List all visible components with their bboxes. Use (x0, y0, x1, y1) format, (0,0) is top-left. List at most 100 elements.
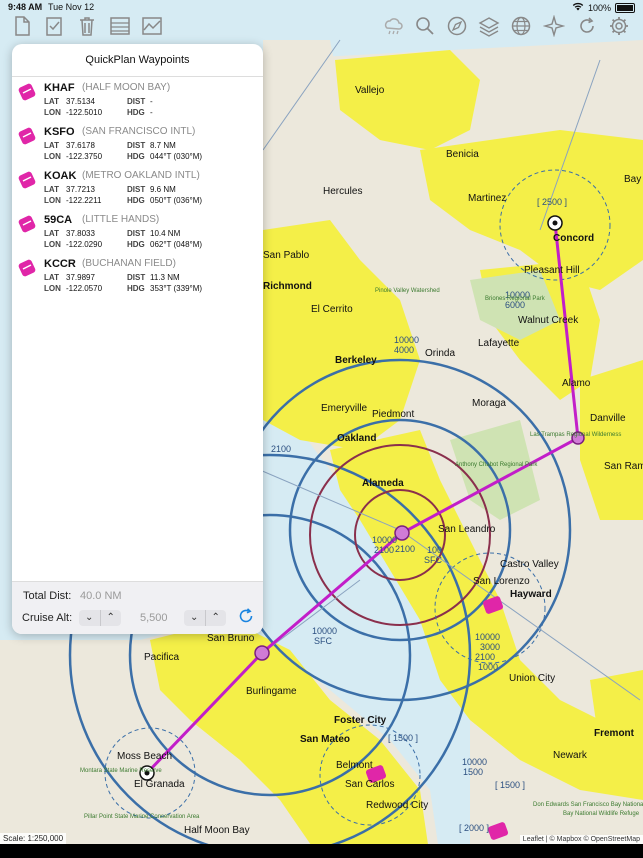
dist-label: DIST (127, 273, 146, 282)
waypoint-row[interactable]: KHAF (HALF MOON BAY) LAT 37.5134 LON -12… (12, 77, 263, 121)
waypoint-row[interactable]: KCCR (BUCHANAN FIELD) LAT 37.9897 LON -1… (12, 253, 263, 297)
map-scale: Scale: 1:250,000 (0, 833, 67, 844)
search-icon[interactable] (414, 15, 436, 37)
lat-value: 37.8033 (66, 229, 95, 238)
park-label: Pillar Point State Marine Conservation A… (84, 814, 200, 820)
weather-icon[interactable] (382, 15, 404, 37)
city-label: Castro Valley (500, 559, 559, 570)
city-label: Walnut Creek (518, 315, 579, 326)
checklist-icon[interactable] (44, 15, 66, 37)
city-label: Moraga (472, 398, 506, 409)
cruise-alt-stepper-coarse[interactable]: ⌄ ⌃ (184, 610, 226, 626)
airspace-altitude-label: 2100 (374, 545, 394, 555)
city-label: El Granada (134, 779, 185, 790)
trash-icon[interactable] (77, 15, 99, 37)
airspace-altitude-label: 1500 (463, 767, 483, 777)
city-label: San Lorenzo (473, 576, 530, 587)
waypoint-row[interactable]: 59CA (LITTLE HANDS) LAT 37.8033 LON -122… (12, 209, 263, 253)
layers-icon[interactable] (478, 15, 500, 37)
city-label: Oakland (337, 433, 376, 444)
park-label: Bay National Wildlife Refuge (563, 811, 640, 817)
hdg-value: 050°T (036°M) (150, 196, 203, 205)
waypoint-row[interactable]: KSFO (SAN FRANCISCO INTL) LAT 37.6178 LO… (12, 121, 263, 165)
city-label: San Ramon (604, 461, 643, 472)
city-label: Martinez (468, 193, 506, 204)
city-label: Alameda (362, 478, 404, 489)
park-label: Don Edwards San Francisco Bay National W… (533, 802, 643, 808)
waypoint-name: (SAN FRANCISCO INTL) (82, 126, 196, 137)
lat-value: 37.7213 (66, 185, 95, 194)
status-time: 9:48 AM (8, 2, 43, 12)
lon-label: LON (44, 152, 61, 161)
park-label: Briones Regional Park (485, 296, 546, 302)
total-dist-label: Total Dist: (23, 590, 72, 602)
airspace-altitude-label: 10000 (312, 626, 337, 636)
dist-value: 10.4 NM (150, 229, 181, 238)
waypoint-marker-kccr[interactable] (547, 215, 563, 231)
chevron-down-icon[interactable]: ⌄ (184, 610, 206, 626)
refresh-icon[interactable] (576, 15, 598, 37)
airspace-altitude-label: [ 2500 ] (537, 197, 567, 207)
waypoint-badge-icon (18, 127, 36, 145)
waypoint-marker-ksfo[interactable] (254, 645, 270, 661)
airspace-altitude-label: 2100 (271, 444, 291, 454)
cruise-alt-stepper-fine[interactable]: ⌄ ⌃ (79, 610, 121, 626)
home-indicator-bar (0, 844, 643, 858)
recalculate-icon[interactable] (237, 607, 255, 625)
airspace-altitude-label: 100 (427, 545, 442, 555)
hdg-value: - (150, 108, 153, 117)
airspace-altitude-label: 10000 (462, 757, 487, 767)
city-label: Newark (553, 750, 588, 761)
city-label: Hayward (510, 589, 552, 600)
lon-value: -122.2211 (66, 196, 102, 205)
compass-icon[interactable] (446, 15, 468, 37)
park-label: Las Trampas Regional Wilderness (530, 432, 621, 438)
airspace-altitude-label: [ 2000 ] (459, 823, 489, 833)
chevron-up-icon[interactable]: ⌃ (101, 610, 122, 626)
globe-icon[interactable] (510, 15, 532, 37)
profile-chart-icon[interactable] (141, 15, 163, 37)
lat-label: LAT (44, 185, 59, 194)
city-label: Piedmont (372, 409, 414, 420)
chevron-down-icon[interactable]: ⌄ (79, 610, 101, 626)
waypoint-list-icon[interactable] (109, 15, 131, 37)
dist-value: - (150, 97, 153, 106)
waypoint-name: (HALF MOON BAY) (82, 82, 171, 93)
park-label: Montara State Marine Reserve (80, 768, 162, 774)
city-label: San Pablo (263, 250, 310, 261)
airspace-altitude-label: SFC (424, 555, 443, 565)
waypoint-row[interactable]: KOAK (METRO OAKLAND INTL) LAT 37.7213 LO… (12, 165, 263, 209)
city-label: Union City (509, 673, 555, 684)
hdg-label: HDG (127, 196, 145, 205)
nav-star-icon[interactable] (542, 14, 566, 38)
airspace-altitude-label: 3000 (480, 642, 500, 652)
new-plan-icon[interactable] (12, 15, 34, 37)
city-label: Fremont (594, 728, 635, 739)
cruise-alt-value: 5,500 (140, 612, 168, 624)
waypoint-badge-icon (18, 83, 36, 101)
waypoint-ident: 59CA (44, 214, 73, 226)
chevron-up-icon[interactable]: ⌃ (206, 610, 227, 626)
city-label: Hercules (323, 186, 362, 197)
waypoint-marker-koak[interactable] (394, 525, 410, 541)
settings-icon[interactable] (608, 15, 630, 37)
waypoint-badge-icon (18, 215, 36, 233)
city-label: Vallejo (355, 85, 385, 96)
dist-value: 11.3 NM (150, 273, 180, 282)
city-label: Orinda (425, 348, 455, 359)
waypoint-ident: KSFO (44, 126, 75, 138)
hdg-label: HDG (127, 152, 145, 161)
status-date: Tue Nov 12 (48, 2, 95, 12)
city-label: El Cerrito (311, 304, 353, 315)
lat-value: 37.9897 (66, 273, 95, 282)
airspace-altitude-label: [ 1500 ] (388, 733, 418, 743)
city-label: Half Moon Bay (184, 825, 250, 836)
waypoint-badge-icon (18, 171, 36, 189)
map-attribution[interactable]: Leaflet | © Mapbox © OpenStreetMap (519, 835, 643, 844)
waypoint-name: (BUCHANAN FIELD) (82, 258, 176, 269)
dist-label: DIST (127, 141, 146, 150)
airspace-altitude-label: 10000 (475, 632, 500, 642)
airspace-altitude-label: 4000 (394, 345, 414, 355)
city-label: Bay Point (624, 174, 643, 185)
hdg-value: 062°T (048°M) (150, 240, 203, 249)
